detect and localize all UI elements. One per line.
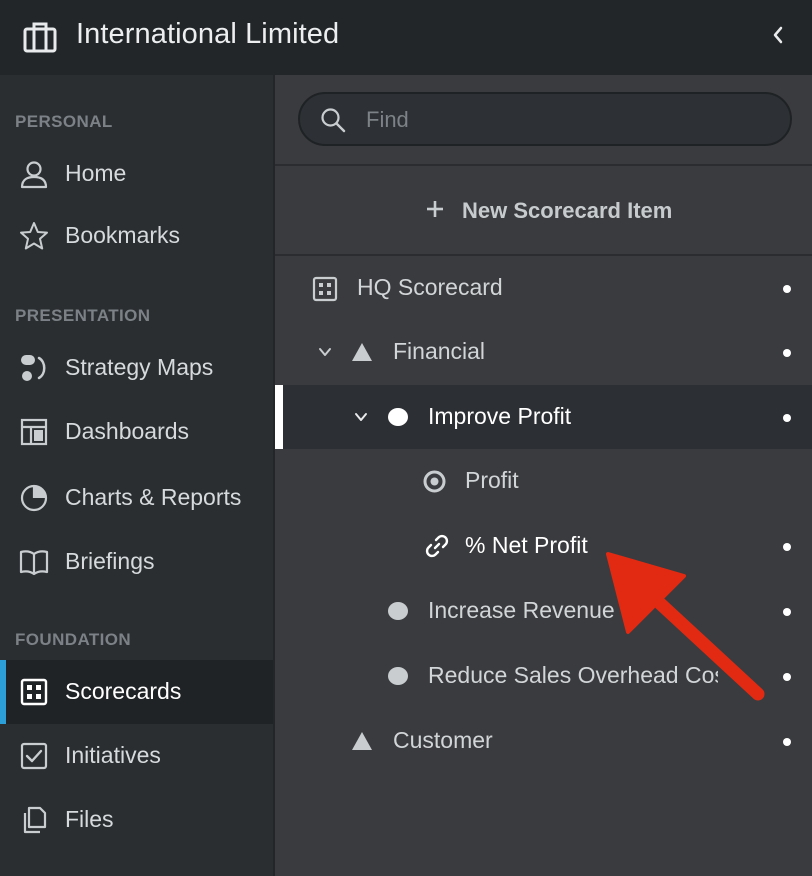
- annotation-arrow-icon: [606, 552, 765, 701]
- sidebar-item-label: Scorecards: [65, 678, 182, 704]
- tree-row-label: Improve Profit: [428, 403, 572, 429]
- sidebar-item-initiatives[interactable]: Initiatives: [0, 724, 273, 788]
- search-input[interactable]: [366, 105, 766, 135]
- search-box[interactable]: [298, 92, 792, 146]
- tree-row-profit[interactable]: Profit: [275, 449, 812, 513]
- tree-row-label: Increase Revenue: [428, 597, 615, 623]
- circle-icon: [388, 602, 408, 620]
- selection-indicator: [275, 385, 283, 449]
- briefcase-icon: [23, 22, 57, 53]
- section-foundation: FOUNDATION: [15, 630, 132, 649]
- active-indicator: [0, 660, 6, 724]
- sidebar-item-home[interactable]: Home: [0, 142, 273, 206]
- row-menu-dot[interactable]: [783, 673, 791, 681]
- scorecard-panel: New Scorecard Item HQ Scorecard Financia…: [275, 75, 812, 876]
- target-icon: [423, 470, 446, 493]
- sidebar-item-briefings[interactable]: Briefings: [0, 530, 273, 594]
- new-scorecard-item-label: New Scorecard Item: [462, 198, 673, 223]
- sidebar-item-files[interactable]: Files: [0, 788, 273, 852]
- tree-row-label: Customer: [393, 727, 493, 753]
- strategy-map-icon: [21, 355, 46, 381]
- chevron-down-icon[interactable]: [317, 344, 333, 360]
- triangle-icon: [352, 343, 372, 361]
- sidebar-item-label: Home: [65, 160, 127, 186]
- sidebar: PERSONAL Home Bookmarks PRESENTATION Str…: [0, 75, 275, 876]
- checkbox-icon: [20, 742, 48, 770]
- sidebar-item-label: Charts & Reports: [65, 484, 242, 510]
- tree-row-improve-profit[interactable]: Improve Profit: [275, 385, 812, 449]
- user-icon: [20, 161, 48, 189]
- tree-row-financial[interactable]: Financial: [275, 320, 812, 384]
- sidebar-item-dashboards[interactable]: Dashboards: [0, 400, 273, 464]
- tree-row-hq-scorecard[interactable]: HQ Scorecard: [275, 256, 812, 320]
- sidebar-item-scorecards[interactable]: Scorecards: [0, 660, 273, 724]
- row-menu-dot[interactable]: [783, 738, 791, 746]
- row-menu-dot[interactable]: [783, 285, 791, 293]
- tree-row-label: Profit: [465, 467, 519, 493]
- sidebar-item-label: Bookmarks: [65, 222, 181, 248]
- pie-chart-icon: [20, 484, 48, 512]
- row-menu-dot[interactable]: [783, 414, 791, 422]
- scorecard-icon: [20, 678, 48, 706]
- row-menu-dot[interactable]: [783, 608, 791, 616]
- organization-title: International Limited: [76, 18, 340, 50]
- sidebar-item-charts-reports[interactable]: Charts & Reports: [0, 466, 273, 530]
- dashboard-icon: [20, 418, 48, 446]
- row-menu-dot[interactable]: [783, 543, 791, 551]
- circle-icon: [388, 667, 408, 685]
- chevron-left-icon[interactable]: [766, 22, 790, 48]
- app-header: International Limited: [0, 0, 812, 75]
- book-icon: [19, 550, 49, 576]
- star-icon: [20, 222, 48, 250]
- sidebar-item-label: Strategy Maps: [65, 354, 214, 380]
- sidebar-item-label: Initiatives: [65, 742, 161, 768]
- section-presentation: PRESENTATION: [15, 306, 151, 325]
- new-scorecard-item-button[interactable]: New Scorecard Item: [275, 166, 812, 254]
- triangle-icon: [352, 732, 372, 750]
- sidebar-item-strategy-maps[interactable]: Strategy Maps: [0, 336, 273, 400]
- tree-row-label: HQ Scorecard: [357, 274, 503, 300]
- row-menu-dot[interactable]: [783, 349, 791, 357]
- tree-row-label: Financial: [393, 338, 486, 364]
- section-personal: PERSONAL: [15, 112, 113, 131]
- sidebar-item-bookmarks[interactable]: Bookmarks: [0, 204, 273, 268]
- plus-icon: [427, 201, 443, 217]
- sidebar-item-label: Dashboards: [65, 418, 190, 444]
- sidebar-item-label: Briefings: [65, 548, 155, 574]
- files-icon: [23, 806, 47, 834]
- circle-icon: [388, 408, 408, 426]
- search-icon: [321, 108, 346, 133]
- tree-row-label: % Net Profit: [465, 532, 588, 558]
- chevron-down-icon[interactable]: [353, 409, 369, 425]
- tree-row-customer[interactable]: Customer: [275, 709, 812, 773]
- sidebar-item-label: Files: [65, 806, 114, 832]
- scorecard-icon: [312, 276, 338, 302]
- link-icon: [425, 534, 449, 558]
